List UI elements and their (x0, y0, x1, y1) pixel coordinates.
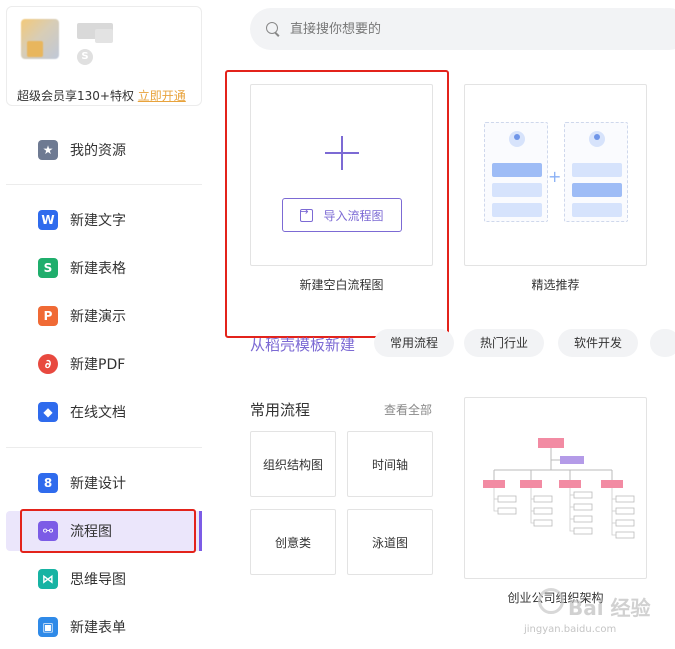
plus-small-icon: + (548, 167, 562, 186)
org-leaf (615, 495, 635, 503)
org-node-dept (559, 480, 581, 488)
org-leaf (533, 507, 553, 515)
plus-icon (325, 136, 359, 170)
illustration-bar (492, 183, 542, 197)
sidebar-divider (6, 447, 202, 448)
illustration-bar (572, 183, 622, 197)
profile-card: S 超级会员享130+特权 立即开通 (6, 6, 202, 106)
illustration-bar (572, 163, 622, 177)
sidebar-item-label: 新建演示 (70, 309, 126, 325)
illustration-bar (492, 203, 542, 217)
sidebar-item-online-doc[interactable]: ◆ 在线文档 (6, 392, 202, 432)
see-all-link[interactable]: 查看全部 (384, 401, 432, 418)
org-leaf (533, 519, 553, 527)
vip-coin-icon: S (77, 49, 93, 65)
org-leaf (573, 503, 593, 511)
watermark-url: jingyan.baidu.com (524, 624, 617, 635)
star-icon: ★ (38, 140, 58, 160)
sidebar-item-label: 新建文字 (70, 213, 126, 229)
mindmap-icon: ⋈ (38, 569, 58, 589)
tile-timeline[interactable]: 时间轴 (347, 431, 433, 497)
template-source-link[interactable]: 从稻壳模板新建 (250, 334, 355, 355)
sidebar-divider (6, 184, 202, 185)
featured-illustration-right (564, 122, 628, 222)
tile-creative[interactable]: 创意类 (250, 509, 336, 575)
sidebar-item-label: 思维导图 (70, 572, 126, 588)
cloud-doc-icon: ◆ (38, 402, 58, 422)
template-card-title: 创业公司组织架构 (507, 591, 604, 605)
sidebar-item-label: 流程图 (70, 524, 112, 540)
tag-common-flow[interactable]: 常用流程 (374, 329, 455, 357)
blank-flowchart-card[interactable] (250, 84, 433, 266)
member-open-link[interactable]: 立即开通 (138, 89, 186, 103)
import-icon (299, 205, 314, 222)
user-icon (509, 131, 525, 147)
sidebar-item-new-pdf[interactable]: ∂ 新建PDF (6, 344, 202, 384)
tag-software-dev[interactable]: 软件开发 (558, 329, 639, 357)
sidebar-item-label: 在线文档 (70, 405, 126, 421)
org-node-assistant (560, 456, 584, 464)
username-blurred-2 (95, 29, 113, 43)
design-icon: 8 (38, 473, 58, 493)
sidebar-item-label: 新建表单 (70, 620, 126, 636)
sidebar-item-label: 我的资源 (70, 143, 126, 159)
org-leaf (615, 507, 635, 515)
featured-illustration-left (484, 122, 548, 222)
sidebar-item-flowchart[interactable]: ⚯ 流程图 (6, 511, 202, 551)
org-node-dept (483, 480, 505, 488)
org-leaf (573, 527, 593, 535)
tag-hot-industry[interactable]: 热门行业 (464, 329, 545, 357)
tile-org-chart[interactable]: 组织结构图 (250, 431, 336, 497)
presentation-icon: P (38, 306, 58, 326)
sidebar-item-new-form[interactable]: ▣ 新建表单 (6, 607, 202, 647)
sidebar-item-mindmap[interactable]: ⋈ 思维导图 (6, 559, 202, 599)
org-chart-thumbnail (483, 438, 635, 539)
org-leaf (533, 495, 553, 503)
sidebar-item-new-sheet[interactable]: S 新建表格 (6, 248, 202, 288)
org-leaf (497, 495, 517, 503)
spreadsheet-icon: S (38, 258, 58, 278)
org-leaf (573, 491, 593, 499)
sidebar-item-my-resources[interactable]: ★ 我的资源 (6, 130, 202, 170)
sidebar-item-label: 新建PDF (70, 357, 126, 373)
member-promo: 超级会员享130+特权 立即开通 (17, 87, 186, 104)
sidebar-item-label: 新建设计 (70, 476, 126, 492)
word-doc-icon: W (38, 210, 58, 230)
form-icon: ▣ (38, 617, 58, 637)
sidebar-item-new-slides[interactable]: P 新建演示 (6, 296, 202, 336)
pdf-icon: ∂ (38, 354, 58, 374)
org-node-root (538, 438, 564, 448)
avatar[interactable] (21, 19, 59, 59)
org-node-dept (601, 480, 623, 488)
featured-title: 精选推荐 (531, 278, 580, 292)
sidebar: S 超级会员享130+特权 立即开通 ★ 我的资源 W 新建文字 S 新建表格 … (0, 0, 212, 649)
sidebar-item-new-text[interactable]: W 新建文字 (6, 200, 202, 240)
org-leaf (615, 519, 635, 527)
org-node-dept (520, 480, 542, 488)
search-icon (266, 22, 278, 34)
search-bar[interactable] (250, 8, 675, 50)
org-leaf (497, 507, 517, 515)
illustration-bar (492, 163, 542, 177)
flowchart-icon: ⚯ (38, 521, 58, 541)
import-flowchart-button[interactable]: 导入流程图 (282, 198, 402, 232)
org-leaf (573, 515, 593, 523)
sidebar-item-new-design[interactable]: 8 新建设计 (6, 463, 202, 503)
org-leaf (615, 531, 635, 539)
common-flows-title: 常用流程 (250, 401, 311, 419)
sidebar-item-label: 新建表格 (70, 261, 126, 277)
tag-more[interactable] (650, 329, 675, 357)
bar-chart-icon (589, 131, 605, 147)
import-flowchart-label: 导入流程图 (323, 208, 384, 223)
tile-swimlane[interactable]: 泳道图 (347, 509, 433, 575)
member-promo-text: 超级会员享130+特权 (17, 89, 134, 103)
search-input[interactable] (290, 8, 670, 50)
illustration-bar (572, 203, 622, 217)
blank-flowchart-title: 新建空白流程图 (299, 278, 384, 292)
